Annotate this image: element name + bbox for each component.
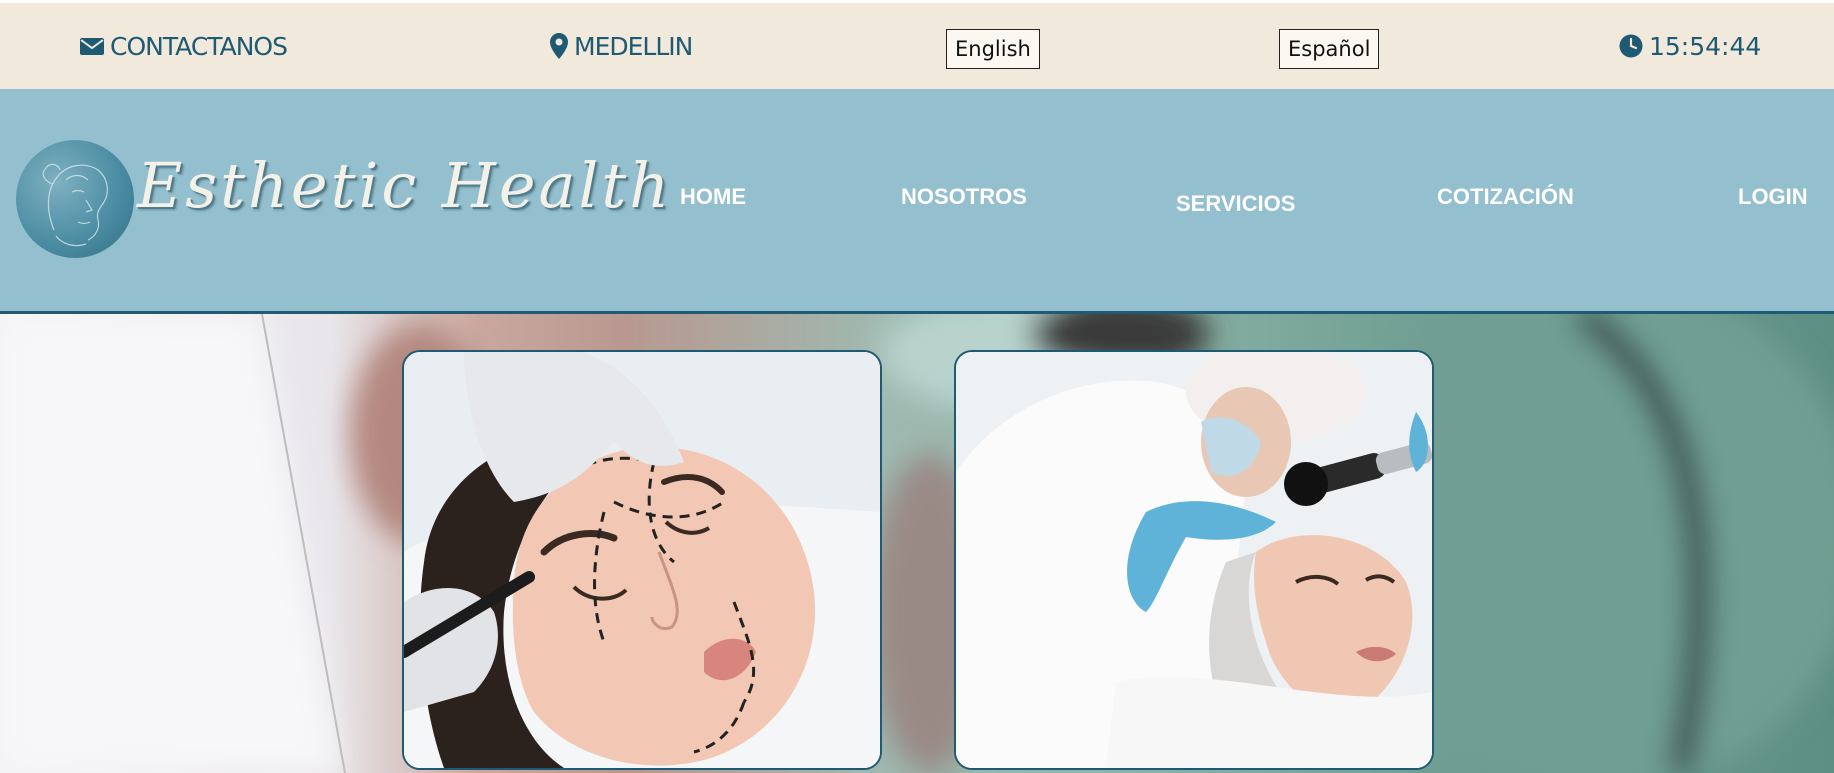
nav-quote[interactable]: COTIZACIÓN xyxy=(1437,184,1574,210)
contact-link[interactable]: CONTACTANOS xyxy=(80,3,288,89)
service-image-dermatoscopy[interactable] xyxy=(954,350,1434,770)
clock: 15:54:44 xyxy=(1619,3,1761,89)
hero-background-image xyxy=(0,314,1834,773)
location-label: MEDELLIN xyxy=(574,31,693,61)
envelope-icon xyxy=(80,36,104,56)
nav-login[interactable]: LOGIN xyxy=(1738,184,1808,210)
spanish-button[interactable]: Español xyxy=(1279,29,1380,69)
nav-about[interactable]: NOSOTROS xyxy=(901,184,1027,210)
english-button[interactable]: English xyxy=(946,29,1040,69)
clock-icon xyxy=(1619,34,1643,58)
location: MEDELLIN xyxy=(550,3,693,89)
main-navbar: Esthetic Health HOME NOSOTROS SERVICIOS … xyxy=(0,89,1834,314)
service-image-facial-lift[interactable] xyxy=(402,350,882,770)
contact-label: CONTACTANOS xyxy=(110,31,288,61)
nav-services[interactable]: SERVICIOS xyxy=(1176,191,1295,217)
clock-time: 15:54:44 xyxy=(1649,31,1762,61)
top-info-bar: CONTACTANOS MEDELLIN English Español 15:… xyxy=(0,3,1834,89)
hero-banner xyxy=(0,314,1834,773)
nav-home[interactable]: HOME xyxy=(680,184,746,210)
brand-name[interactable]: Esthetic Health xyxy=(137,149,672,239)
brand-logo-icon[interactable] xyxy=(16,140,134,258)
map-pin-icon xyxy=(550,33,568,59)
